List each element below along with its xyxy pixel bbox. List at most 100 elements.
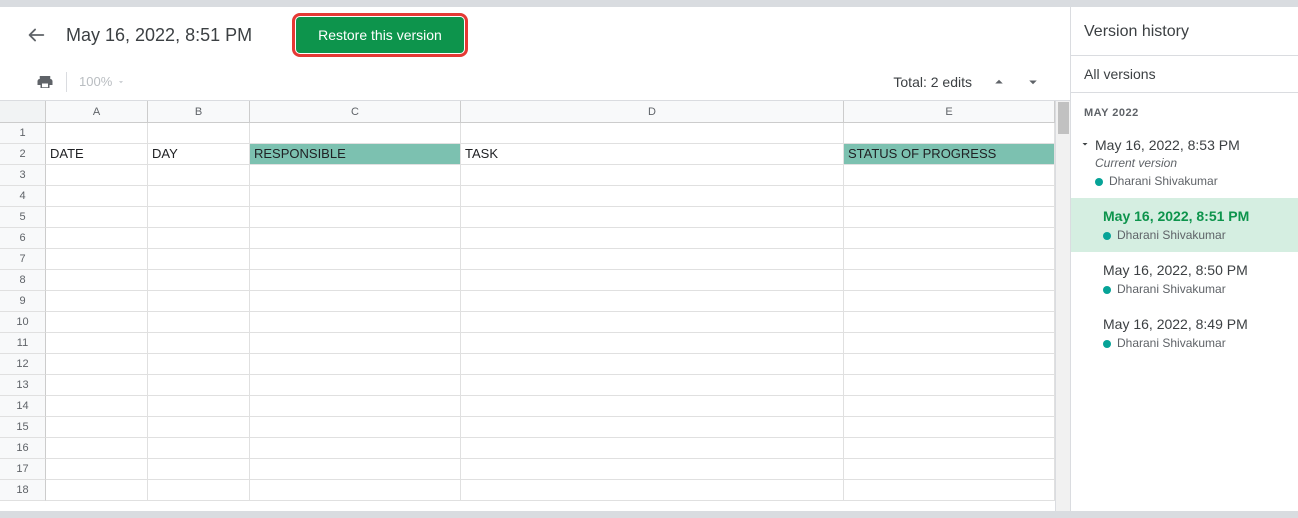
cell[interactable]: [250, 165, 461, 186]
cell[interactable]: [250, 291, 461, 312]
cell[interactable]: [148, 480, 250, 501]
cell[interactable]: DAY: [148, 144, 250, 165]
cell[interactable]: [46, 438, 148, 459]
row-number[interactable]: 8: [0, 270, 46, 291]
back-button[interactable]: [16, 15, 56, 55]
cell[interactable]: DATE: [46, 144, 148, 165]
cell[interactable]: STATUS OF PROGRESS: [844, 144, 1055, 165]
cell[interactable]: [46, 228, 148, 249]
row-number[interactable]: 7: [0, 249, 46, 270]
cell[interactable]: [148, 207, 250, 228]
cell[interactable]: [148, 417, 250, 438]
cell[interactable]: [844, 249, 1055, 270]
cell[interactable]: [250, 186, 461, 207]
cell[interactable]: [148, 270, 250, 291]
cell[interactable]: [148, 291, 250, 312]
row-number[interactable]: 5: [0, 207, 46, 228]
cell[interactable]: [461, 312, 844, 333]
cell[interactable]: [461, 375, 844, 396]
cell[interactable]: [46, 249, 148, 270]
cell[interactable]: [461, 186, 844, 207]
cell[interactable]: [148, 375, 250, 396]
row-number[interactable]: 16: [0, 438, 46, 459]
cell[interactable]: [148, 228, 250, 249]
cell[interactable]: [46, 165, 148, 186]
row-number[interactable]: 1: [0, 123, 46, 144]
cell[interactable]: [461, 333, 844, 354]
cell[interactable]: [250, 438, 461, 459]
cell[interactable]: [148, 249, 250, 270]
cell[interactable]: [148, 186, 250, 207]
cell[interactable]: [250, 417, 461, 438]
caret-down-icon[interactable]: [1079, 137, 1091, 153]
cell[interactable]: [148, 312, 250, 333]
cell[interactable]: [844, 354, 1055, 375]
cell[interactable]: [461, 291, 844, 312]
row-number[interactable]: 11: [0, 333, 46, 354]
cell[interactable]: [250, 123, 461, 144]
cell[interactable]: [250, 228, 461, 249]
cell[interactable]: [148, 459, 250, 480]
cell[interactable]: [148, 354, 250, 375]
cell[interactable]: [250, 207, 461, 228]
zoom-dropdown[interactable]: 100%: [79, 74, 126, 89]
cell[interactable]: [46, 417, 148, 438]
corner-cell[interactable]: [0, 101, 46, 122]
cell[interactable]: [250, 249, 461, 270]
cell[interactable]: [46, 396, 148, 417]
version-filter[interactable]: All versions: [1071, 55, 1298, 93]
version-item[interactable]: May 16, 2022, 8:53 PMCurrent versionDhar…: [1071, 127, 1298, 198]
cell[interactable]: [461, 417, 844, 438]
cell[interactable]: [844, 333, 1055, 354]
row-number[interactable]: 15: [0, 417, 46, 438]
cell[interactable]: [844, 417, 1055, 438]
cell[interactable]: [46, 207, 148, 228]
restore-button[interactable]: Restore this version: [296, 17, 464, 53]
cell[interactable]: [46, 375, 148, 396]
cell[interactable]: [461, 165, 844, 186]
cell[interactable]: [46, 291, 148, 312]
row-number[interactable]: 3: [0, 165, 46, 186]
cell[interactable]: [250, 354, 461, 375]
cell[interactable]: [844, 165, 1055, 186]
row-number[interactable]: 12: [0, 354, 46, 375]
col-B[interactable]: B: [148, 101, 250, 122]
row-number[interactable]: 14: [0, 396, 46, 417]
version-item[interactable]: May 16, 2022, 8:51 PMDharani Shivakumar: [1071, 198, 1298, 252]
cell[interactable]: RESPONSIBLE: [250, 144, 461, 165]
cell[interactable]: [844, 396, 1055, 417]
col-D[interactable]: D: [461, 101, 844, 122]
cell[interactable]: [461, 480, 844, 501]
cell[interactable]: [148, 333, 250, 354]
row-number[interactable]: 4: [0, 186, 46, 207]
cell[interactable]: [46, 123, 148, 144]
cell[interactable]: [844, 312, 1055, 333]
row-number[interactable]: 18: [0, 480, 46, 501]
cell[interactable]: [46, 333, 148, 354]
version-item[interactable]: May 16, 2022, 8:50 PMDharani Shivakumar: [1071, 252, 1298, 306]
cell[interactable]: [461, 438, 844, 459]
cell[interactable]: [461, 459, 844, 480]
cell[interactable]: [46, 459, 148, 480]
cell[interactable]: [46, 270, 148, 291]
row-number[interactable]: 6: [0, 228, 46, 249]
row-number[interactable]: 17: [0, 459, 46, 480]
cell[interactable]: [844, 207, 1055, 228]
cell[interactable]: [250, 459, 461, 480]
vertical-scrollbar[interactable]: [1055, 101, 1070, 511]
cell[interactable]: [250, 333, 461, 354]
row-number[interactable]: 10: [0, 312, 46, 333]
cell[interactable]: [250, 270, 461, 291]
row-number[interactable]: 9: [0, 291, 46, 312]
row-number[interactable]: 2: [0, 144, 46, 165]
cell[interactable]: [461, 354, 844, 375]
next-edit-button[interactable]: [1024, 73, 1042, 91]
cell[interactable]: [844, 480, 1055, 501]
cell[interactable]: TASK: [461, 144, 844, 165]
cell[interactable]: [844, 270, 1055, 291]
row-number[interactable]: 13: [0, 375, 46, 396]
cell[interactable]: [844, 438, 1055, 459]
cell[interactable]: [46, 186, 148, 207]
col-A[interactable]: A: [46, 101, 148, 122]
scroll-thumb[interactable]: [1058, 102, 1069, 134]
